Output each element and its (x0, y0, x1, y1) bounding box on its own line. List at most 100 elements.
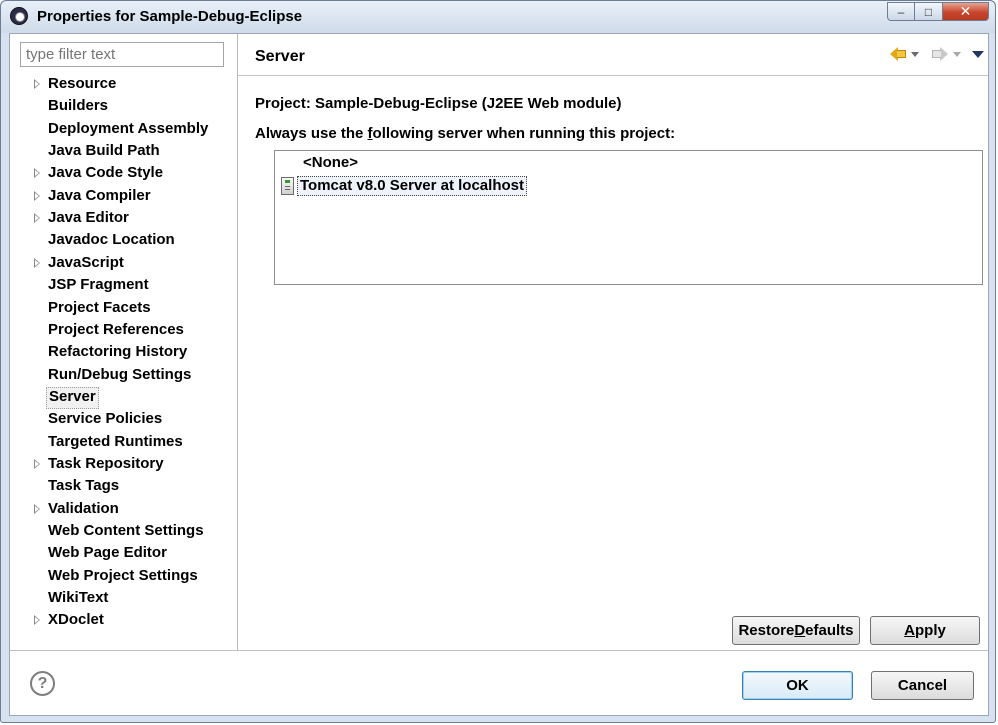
help-icon[interactable]: ? (30, 671, 55, 696)
close-icon: ✕ (959, 3, 972, 19)
tree-item-label: Web Content Settings (48, 522, 204, 539)
expand-chevron-right-icon[interactable] (34, 190, 40, 201)
tree-item-project-facets[interactable]: Project Facets (48, 298, 151, 318)
tree-item-java-compiler[interactable]: Java Compiler (34, 186, 151, 206)
tree-item-label: WikiText (48, 589, 109, 607)
expand-chevron-right-icon[interactable] (34, 168, 40, 179)
filter-input[interactable] (20, 42, 224, 67)
tree-item-resource[interactable]: Resource (34, 74, 117, 94)
restore-label-mnemonic: D (794, 622, 806, 639)
dialog-client-area: Resource Builders Deployment Assembly Java … (9, 33, 989, 716)
restore-defaults-button[interactable]: Restore Defaults (732, 616, 860, 645)
tree-item-web-page-editor[interactable]: Web Page Editor (48, 543, 167, 563)
property-page: Server Project: Sample-Debug-Eclipse (J2… (238, 34, 988, 650)
properties-dialog: Properties for Sample-Debug-Eclipse – □ … (0, 0, 996, 723)
tree-item-refactoring-history[interactable]: Refactoring History (48, 342, 187, 362)
forward-arrow-icon[interactable] (932, 47, 948, 61)
forward-history-chevron-down-icon[interactable] (953, 51, 961, 57)
tree-item-label: XDoclet (48, 611, 104, 629)
window-title: Properties for Sample-Debug-Eclipse (37, 8, 303, 25)
tree-item-java-build-path[interactable]: Java Build Path (48, 141, 160, 161)
restore-label-prefix: Restore (738, 622, 795, 639)
back-history-chevron-down-icon[interactable] (911, 51, 919, 57)
tree-item-web-content-settings[interactable]: Web Content Settings (48, 521, 204, 541)
tree-item-label: Task Repository (48, 454, 164, 472)
close-button[interactable]: ✕ (943, 2, 989, 21)
server-option-tomcat[interactable]: Tomcat v8.0 Server at localhost (281, 176, 527, 196)
expand-chevron-right-icon[interactable] (34, 458, 40, 469)
tree-item-java-editor[interactable]: Java Editor (34, 208, 129, 228)
tree-item-javascript[interactable]: JavaScript (34, 253, 124, 273)
tree-item-run-debug-settings[interactable]: Run/Debug Settings (48, 365, 191, 385)
tree-item-label: Deployment Assembly (48, 119, 209, 137)
tree-item-label: Service Policies (48, 410, 163, 428)
back-arrow-icon[interactable] (890, 47, 906, 61)
expand-chevron-right-icon[interactable] (34, 213, 40, 224)
server-list-label-prefix: Always use the (255, 125, 368, 142)
tree-item-label: Java Compiler (48, 186, 151, 204)
cancel-label: Cancel (897, 677, 948, 694)
tree-item-web-project-settings[interactable]: Web Project Settings (48, 566, 198, 586)
tree-item-task-tags[interactable]: Task Tags (48, 476, 119, 496)
project-value: Sample-Debug-Eclipse (J2EE Web module) (315, 95, 622, 112)
tree-item-validation[interactable]: Validation (34, 499, 119, 519)
eclipse-app-icon (10, 7, 28, 25)
apply-label-mnemonic: A (904, 622, 915, 639)
page-header: Server (238, 34, 988, 76)
tree-item-label: Task Tags (48, 477, 120, 495)
ok-button[interactable]: OK (742, 671, 853, 700)
tree-item-project-references[interactable]: Project References (48, 320, 184, 340)
expand-chevron-right-icon[interactable] (34, 79, 40, 89)
restore-label-suffix: efaults (805, 622, 854, 639)
server-icon (281, 177, 294, 195)
tree-item-task-repository[interactable]: Task Repository (34, 454, 164, 474)
view-menu-icon[interactable] (972, 50, 984, 58)
project-info: Project: Sample-Debug-Eclipse (J2EE Web … (255, 95, 621, 112)
tree-item-label: Javadoc Location (48, 231, 175, 249)
tree-item-label: Refactoring History (48, 343, 188, 361)
maximize-button[interactable]: □ (915, 2, 943, 21)
tree-item-label: Builders (48, 97, 109, 115)
expand-chevron-right-icon[interactable] (34, 615, 40, 626)
button-bar-separator (10, 650, 988, 651)
page-navigation (890, 47, 984, 61)
tree-item-label: Java Editor (48, 209, 129, 227)
server-option-label: <None> (303, 154, 359, 171)
tree-item-java-code-style[interactable]: Java Code Style (34, 163, 164, 183)
tree-item-builders[interactable]: Builders (48, 96, 108, 116)
title-bar[interactable]: Properties for Sample-Debug-Eclipse – □ … (1, 1, 995, 33)
apply-label-suffix: pply (915, 622, 946, 639)
page-title: Server (255, 48, 305, 65)
apply-button[interactable]: Apply (870, 616, 980, 645)
tree-item-label: Resource (48, 75, 117, 92)
expand-chevron-right-icon[interactable] (34, 257, 40, 268)
project-label: Project: (255, 95, 311, 112)
tree-item-label: Web Page Editor (48, 544, 167, 562)
tree-item-server[interactable]: Server (46, 386, 99, 409)
tree-item-label: Java Code Style (48, 164, 164, 182)
maximize-icon: □ (924, 4, 933, 19)
tree-item-jsp-fragment[interactable]: JSP Fragment (48, 275, 149, 295)
server-option-none[interactable]: <None> (303, 153, 358, 173)
tree-item-wikitext[interactable]: WikiText (48, 588, 108, 608)
tree-item-javadoc-location[interactable]: Javadoc Location (48, 230, 175, 250)
window-controls: – □ ✕ (887, 2, 989, 22)
tree-item-label: Server (49, 387, 96, 405)
cancel-button[interactable]: Cancel (871, 671, 974, 700)
tree-item-xdoclet[interactable]: XDoclet (34, 610, 104, 630)
tree-item-label: Web Project Settings (48, 566, 198, 584)
server-list-label: Always use the following server when run… (255, 125, 675, 142)
tree-item-targeted-runtimes[interactable]: Targeted Runtimes (48, 432, 183, 452)
tree-item-service-policies[interactable]: Service Policies (48, 409, 162, 429)
tree-item-label: Project Facets (48, 298, 151, 316)
minimize-button[interactable]: – (887, 2, 915, 21)
navigation-pane: Resource Builders Deployment Assembly Java … (10, 34, 238, 650)
tree-item-label: Project References (48, 320, 184, 338)
server-option-label: Tomcat v8.0 Server at localhost (297, 176, 527, 196)
expand-chevron-right-icon[interactable] (34, 503, 40, 514)
server-list[interactable]: <None> Tomcat v8.0 Server at localhost (274, 150, 983, 285)
tree-item-label: JSP Fragment (48, 276, 149, 294)
tree-item-deployment-assembly[interactable]: Deployment Assembly (48, 119, 208, 139)
minimize-icon: – (897, 4, 905, 19)
tree-item-label: Validation (48, 499, 119, 517)
